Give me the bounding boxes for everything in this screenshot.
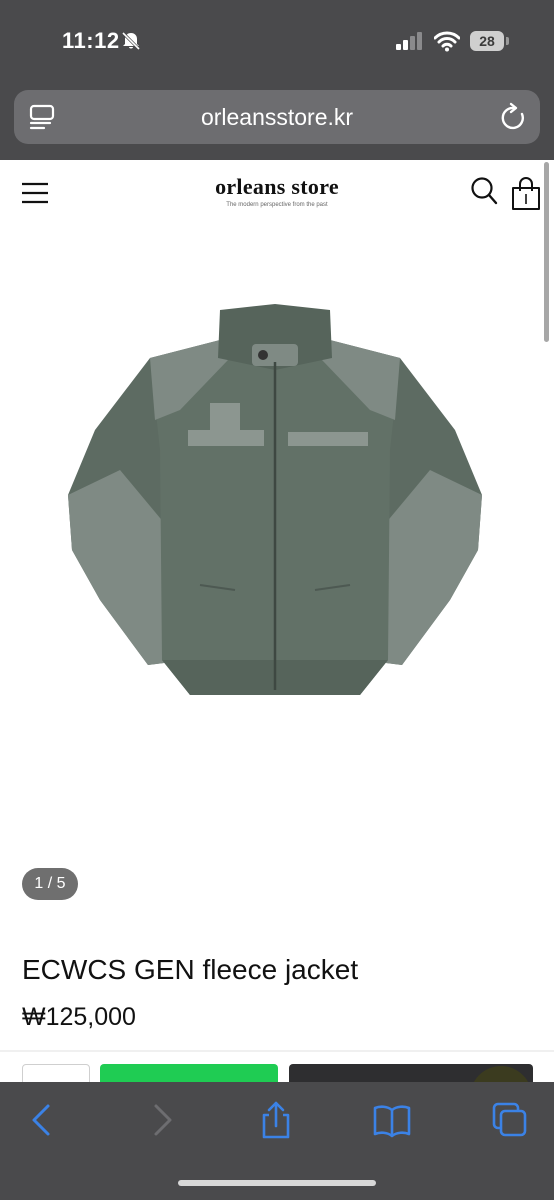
url-text[interactable]: orleansstore.kr: [14, 90, 540, 144]
product-image[interactable]: [60, 300, 490, 710]
battery-level: 28: [470, 31, 504, 51]
back-icon[interactable]: [22, 1100, 62, 1140]
home-indicator: [178, 1180, 376, 1186]
image-counter: 1 / 5: [22, 868, 78, 900]
shopping-bag-icon[interactable]: [510, 176, 542, 210]
battery-icon: 28: [470, 31, 510, 51]
bell-slash-icon: [121, 31, 141, 51]
divider: [0, 1050, 554, 1052]
page-scrollbar[interactable]: [544, 162, 549, 342]
forward-icon[interactable]: [142, 1100, 182, 1140]
menu-icon[interactable]: [22, 182, 48, 204]
bookmarks-icon[interactable]: [372, 1100, 412, 1140]
share-icon[interactable]: [256, 1100, 296, 1140]
product-price: ₩125,000: [22, 1003, 136, 1031]
reader-icon[interactable]: [28, 103, 56, 131]
browser-chrome-top: 11:12 28 orleansstore.kr: [0, 0, 554, 160]
logo-title: orleans store: [215, 174, 339, 199]
status-time: 11:12: [62, 28, 120, 53]
reload-icon[interactable]: [500, 102, 528, 132]
product-title: ECWCS GEN fleece jacket: [22, 954, 359, 985]
search-icon[interactable]: [470, 176, 498, 206]
site-header: orleans store The modern perspective fro…: [0, 160, 554, 230]
wifi-icon: [434, 31, 460, 52]
address-bar[interactable]: orleansstore.kr: [14, 90, 540, 144]
tabs-icon[interactable]: [490, 1100, 530, 1140]
logo-tagline: The modern perspective from the past: [226, 202, 328, 208]
cellular-signal-icon: [396, 32, 422, 50]
store-logo[interactable]: orleans store The modern perspective fro…: [177, 174, 377, 208]
